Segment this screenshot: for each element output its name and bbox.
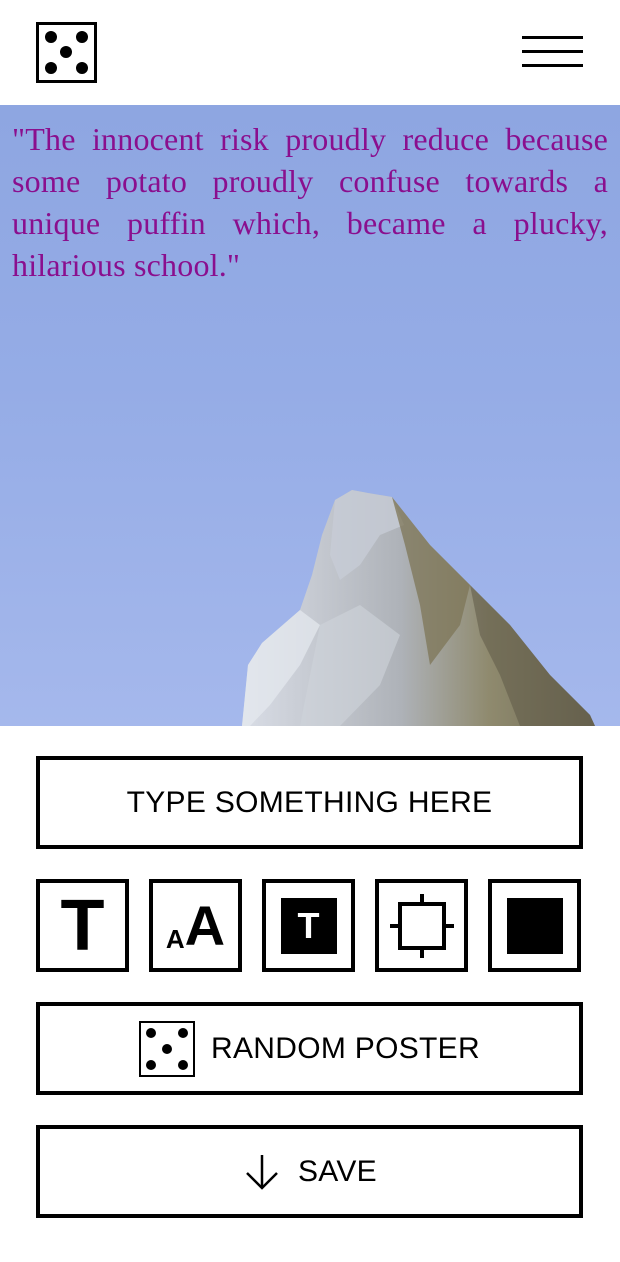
- dice-logo-icon[interactable]: [36, 22, 97, 83]
- hamburger-menu-icon[interactable]: [522, 36, 583, 70]
- poster-preview: "The innocent risk proudly reduce becaus…: [0, 105, 620, 726]
- die-pip: [45, 62, 57, 74]
- poster-quote: "The innocent risk proudly reduce becaus…: [12, 121, 608, 283]
- random-poster-label: RANDOM POSTER: [211, 1031, 480, 1065]
- header: [0, 0, 620, 105]
- fill-square-icon: [506, 897, 563, 954]
- font-size-button[interactable]: AA: [149, 879, 242, 972]
- text-input-field[interactable]: TYPE SOMETHING HERE: [36, 756, 583, 849]
- random-poster-button[interactable]: RANDOM POSTER: [36, 1002, 583, 1095]
- text-background-icon: T: [280, 897, 337, 954]
- font-size-icon: AA: [165, 893, 226, 957]
- crop-frame-icon: [389, 893, 454, 958]
- bold-text-button[interactable]: T: [36, 879, 129, 972]
- die-pip: [76, 31, 88, 43]
- fill-color-button[interactable]: [488, 879, 581, 972]
- bold-text-icon: T: [60, 885, 105, 966]
- arrow-down-icon: [246, 1154, 278, 1190]
- text-background-button[interactable]: T: [262, 879, 355, 972]
- dice-five-icon: [139, 1020, 196, 1077]
- text-input-label: TYPE SOMETHING HERE: [126, 785, 493, 819]
- crop-frame-button[interactable]: [375, 879, 468, 972]
- save-label: SAVE: [297, 1154, 377, 1188]
- die-pip: [76, 62, 88, 74]
- die-pip: [45, 31, 57, 43]
- die-pip: [60, 46, 72, 58]
- save-button[interactable]: SAVE: [36, 1125, 583, 1218]
